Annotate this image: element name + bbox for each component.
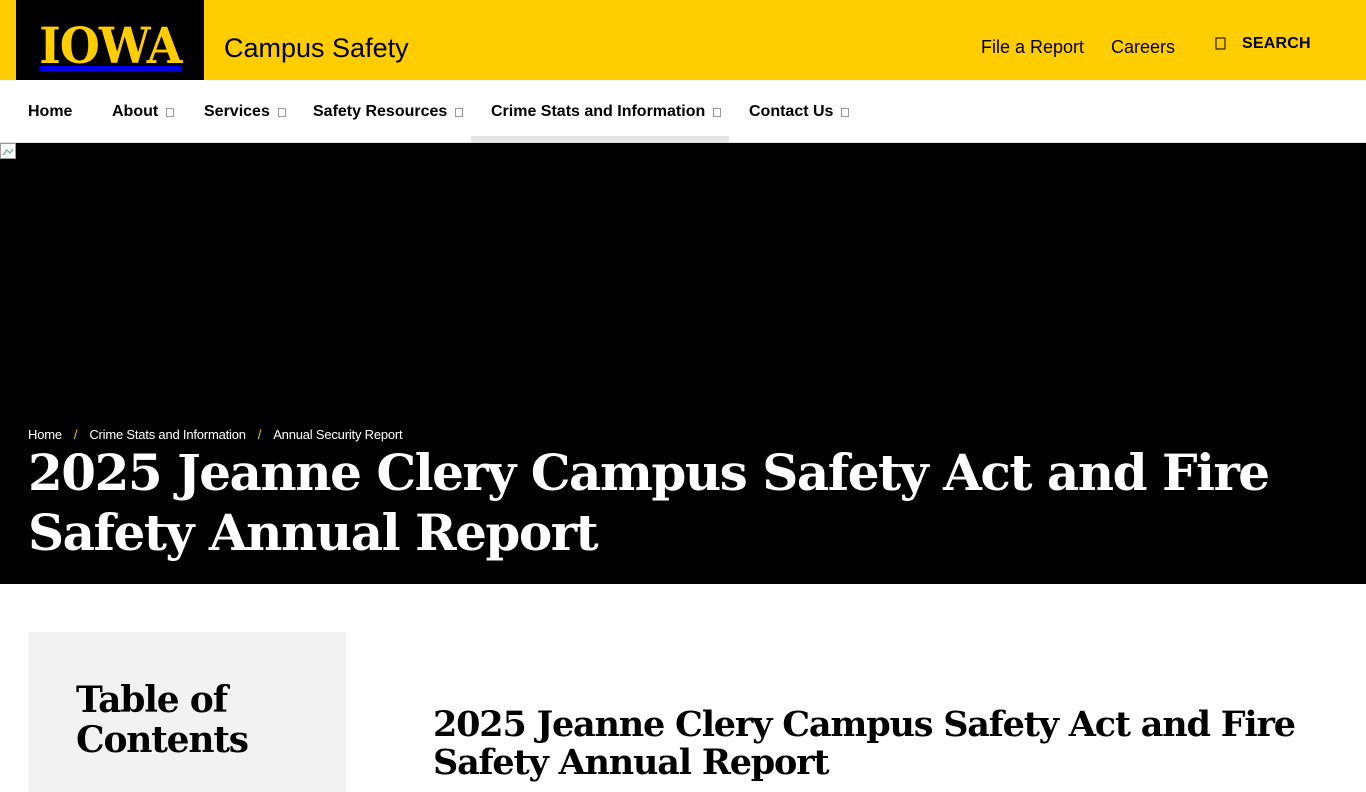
nav-item-label: Contact Us: [749, 103, 834, 120]
nav-item-services[interactable]: Services: [204, 102, 286, 122]
nav-item-home[interactable]: Home: [28, 102, 72, 122]
table-of-contents: Table of Contents: [28, 632, 346, 792]
nav-item-label: About: [112, 103, 159, 120]
file-a-report-link[interactable]: File a Report: [981, 36, 1084, 58]
breadcrumb-annual-security-report[interactable]: Annual Security Report: [273, 427, 402, 442]
breadcrumb-separator: /: [257, 427, 262, 442]
site-title[interactable]: Campus Safety: [224, 32, 409, 64]
logo-text: IOWA: [38, 15, 182, 75]
nav-item-label: Home: [28, 103, 73, 120]
careers-link[interactable]: Careers: [1111, 36, 1175, 58]
breadcrumb-crime-stats[interactable]: Crime Stats and Information: [89, 427, 246, 442]
nav-item-contact-us[interactable]: Contact Us: [749, 102, 850, 122]
page-title: 2025 Jeanne Clery Campus Safety Act and …: [28, 443, 1270, 562]
breadcrumb-home[interactable]: Home: [28, 427, 62, 442]
hero-banner: Home / Crime Stats and Information / Ann…: [0, 143, 1366, 584]
content-title: 2025 Jeanne Clery Campus Safety Act and …: [433, 704, 1296, 783]
site-header: IOWA Campus Safety File a Report Careers…: [0, 0, 1366, 90]
chevron-down-icon[interactable]: [166, 107, 175, 117]
search-label: SEARCH: [1242, 35, 1311, 52]
search-icon: [1212, 34, 1230, 54]
nav-item-label: Services: [204, 103, 270, 120]
broken-image-icon: [0, 143, 16, 159]
breadcrumb-separator: /: [73, 427, 78, 442]
breadcrumb: Home / Crime Stats and Information / Ann…: [28, 427, 403, 442]
nav-item-about[interactable]: About: [112, 102, 175, 122]
chevron-down-icon[interactable]: [277, 107, 286, 117]
chevron-down-icon[interactable]: [455, 107, 464, 117]
main-navigation: Home About Services Safety Resources Cri…: [0, 80, 1366, 142]
university-logo[interactable]: IOWA: [16, 0, 204, 90]
chevron-down-icon[interactable]: [713, 107, 722, 117]
toc-title: Table of Contents: [76, 679, 249, 761]
nav-item-safety-resources[interactable]: Safety Resources: [313, 102, 464, 122]
search-button[interactable]: SEARCH: [1212, 34, 1311, 54]
nav-item-label: Safety Resources: [313, 103, 448, 120]
nav-item-crime-stats[interactable]: Crime Stats and Information: [491, 102, 722, 122]
nav-item-label: Crime Stats and Information: [491, 103, 706, 120]
chevron-down-icon[interactable]: [841, 107, 850, 117]
